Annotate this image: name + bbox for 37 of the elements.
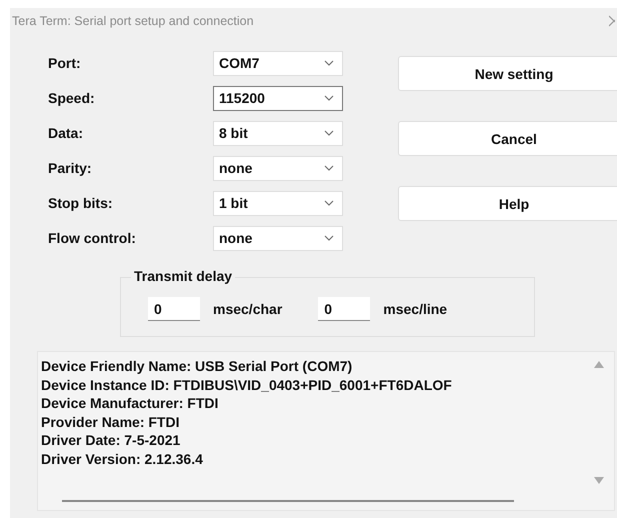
input-field[interactable]: 0	[318, 297, 370, 321]
dropdown[interactable]: none	[213, 156, 343, 180]
field-label: Stop bits:	[48, 195, 114, 211]
chevron-icon	[324, 200, 334, 206]
dropdown[interactable]: 8 bit	[213, 120, 343, 146]
dropdown[interactable]: 115200	[213, 86, 343, 110]
info-line: Device Manufacturer: FTDI	[41, 394, 218, 412]
field-label: Parity:	[48, 160, 93, 176]
info-line: Device Instance ID: FTDIBUS\VID_0403+PID_6001+FT6DALOF	[41, 376, 452, 394]
input-field[interactable]: 0	[148, 297, 200, 321]
chevron-icon	[324, 130, 334, 136]
unit-label: msec/char	[213, 301, 282, 317]
chevron-icon	[324, 165, 334, 171]
window-title: Tera Term: Serial port setup and connection	[12, 14, 254, 28]
chevron-icon	[324, 95, 334, 101]
info-line: Driver Date: 7-5-2021	[41, 431, 180, 450]
unit-label: msec/line	[383, 301, 448, 317]
field-label: Flow control:	[48, 230, 137, 246]
chevron-icon	[324, 60, 334, 66]
close-icon[interactable]	[609, 15, 615, 27]
info-line: Driver Version: 2.12.36.4	[41, 450, 203, 468]
chevron-icon	[324, 235, 334, 241]
field-label: Data:	[48, 125, 84, 141]
field-label: Port:	[48, 55, 82, 71]
dropdown[interactable]: COM7	[213, 50, 343, 76]
scroll-up-icon[interactable]	[594, 361, 604, 368]
group-title: Transmit delay	[131, 268, 236, 284]
field-label: Speed:	[48, 90, 96, 106]
info-line: Device Friendly Name: USB Serial Port (COM7)	[41, 357, 352, 376]
scroll-down-icon[interactable]	[594, 477, 604, 484]
scrollbar-thumb[interactable]	[62, 500, 514, 502]
dialog-button[interactable]: New setting	[398, 56, 617, 91]
dropdown[interactable]: none	[213, 226, 343, 250]
info-line: Provider Name: FTDI	[41, 412, 180, 431]
dialog-button[interactable]: Help	[398, 186, 617, 221]
dialog-button[interactable]: Cancel	[398, 121, 617, 156]
dropdown[interactable]: 1 bit	[213, 190, 343, 216]
